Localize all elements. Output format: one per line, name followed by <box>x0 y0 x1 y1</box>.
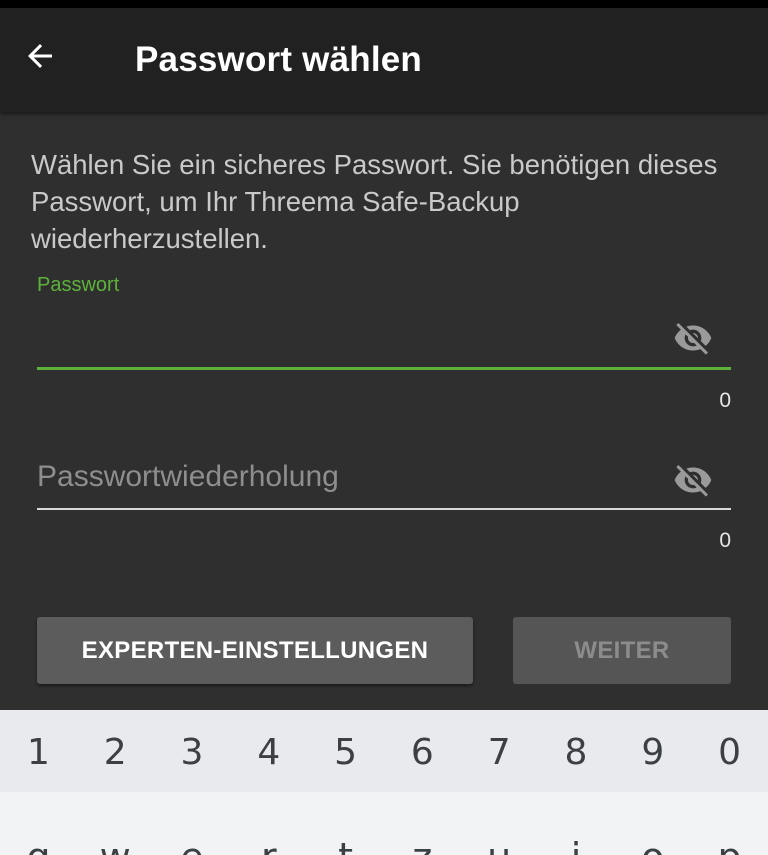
key-1[interactable]: 1 <box>0 710 77 792</box>
key-0[interactable]: 0 <box>691 710 768 792</box>
key-p[interactable]: p <box>691 792 768 855</box>
key-9[interactable]: 9 <box>614 710 691 792</box>
expert-settings-button[interactable]: EXPERTEN-EINSTELLUNGEN <box>37 617 473 684</box>
key-8[interactable]: 8 <box>538 710 615 792</box>
key-t[interactable]: t <box>307 792 384 855</box>
key-i[interactable]: i <box>538 792 615 855</box>
key-6[interactable]: 6 <box>384 710 461 792</box>
repeat-password-input[interactable] <box>37 454 657 500</box>
next-button[interactable]: WEITER <box>513 617 731 684</box>
key-7[interactable]: 7 <box>461 710 538 792</box>
password-underline <box>37 367 731 370</box>
key-r[interactable]: r <box>230 792 307 855</box>
eye-off-icon[interactable] <box>671 318 717 358</box>
eye-off-icon[interactable] <box>671 460 717 500</box>
back-button[interactable] <box>22 38 82 82</box>
page-title: Passwort wählen <box>135 40 422 79</box>
repeat-password-field[interactable] <box>37 454 731 514</box>
app-bar: Passwort wählen <box>0 8 768 112</box>
key-3[interactable]: 3 <box>154 710 231 792</box>
keyboard-number-row: 1 2 3 4 5 6 7 8 9 0 <box>0 710 768 792</box>
status-bar <box>0 0 768 8</box>
soft-keyboard: 1 2 3 4 5 6 7 8 9 0 q w e r t z u i o p <box>0 710 768 855</box>
intro-text: Wählen Sie ein sicheres Passwort. Sie be… <box>31 149 718 254</box>
arrow-left-icon <box>22 38 82 74</box>
key-o[interactable]: o <box>614 792 691 855</box>
repeat-password-counter: 0 <box>719 529 731 552</box>
keyboard-letter-row: q w e r t z u i o p <box>0 792 768 855</box>
password-input[interactable] <box>37 312 657 358</box>
key-u[interactable]: u <box>461 792 538 855</box>
key-q[interactable]: q <box>0 792 77 855</box>
key-w[interactable]: w <box>77 792 154 855</box>
repeat-password-underline <box>37 508 731 510</box>
password-field[interactable] <box>37 312 731 372</box>
key-z[interactable]: z <box>384 792 461 855</box>
password-label: Passwort <box>37 274 120 296</box>
key-2[interactable]: 2 <box>77 710 154 792</box>
key-5[interactable]: 5 <box>307 710 384 792</box>
key-4[interactable]: 4 <box>230 710 307 792</box>
password-counter: 0 <box>719 389 731 412</box>
key-e[interactable]: e <box>154 792 231 855</box>
